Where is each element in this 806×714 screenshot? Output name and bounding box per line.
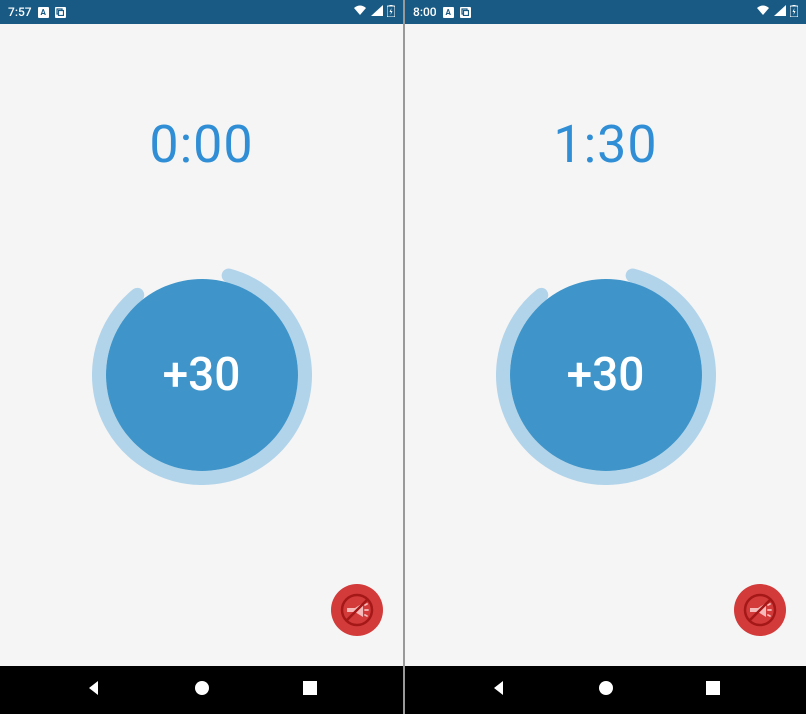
status-right [756, 5, 798, 20]
phone-screen: 7:57 A 0:00 +30 [0, 0, 403, 714]
mute-button[interactable] [331, 584, 383, 636]
android-nav-bar [405, 666, 806, 714]
status-left: 7:57 A [8, 5, 66, 19]
signal-icon [774, 5, 786, 19]
nav-back-icon[interactable] [490, 679, 508, 701]
timer-display: 0:00 [149, 114, 253, 175]
android-nav-bar [0, 666, 403, 714]
timer-content: 0:00 +30 [0, 24, 403, 666]
status-right [353, 5, 395, 20]
status-indicator-b-icon [460, 7, 471, 18]
megaphone-muted-icon [337, 590, 377, 630]
wifi-icon [756, 5, 770, 19]
status-indicator-b-icon [55, 7, 66, 18]
wifi-icon [353, 5, 367, 19]
dial-label: +30 [163, 348, 241, 402]
battery-icon [387, 5, 395, 20]
signal-icon [371, 5, 383, 19]
status-bar: 7:57 A [0, 0, 403, 24]
mute-button[interactable] [734, 584, 786, 636]
add-time-dial[interactable]: +30 [496, 265, 716, 485]
status-clock: 7:57 [8, 5, 32, 19]
status-clock: 8:00 [413, 5, 437, 19]
dial-face: +30 [106, 279, 298, 471]
battery-icon [790, 5, 798, 20]
dial-label: +30 [567, 348, 645, 402]
status-indicator-a-icon: A [443, 7, 454, 18]
nav-recent-icon[interactable] [302, 680, 318, 700]
megaphone-muted-icon [740, 590, 780, 630]
nav-home-icon[interactable] [597, 679, 615, 701]
nav-home-icon[interactable] [193, 679, 211, 701]
status-indicator-a-icon: A [38, 7, 49, 18]
timer-content: 1:30 +30 [405, 24, 806, 666]
nav-back-icon[interactable] [85, 679, 103, 701]
phone-screen: 8:00 A 1:30 +30 [403, 0, 806, 714]
status-left: 8:00 A [413, 5, 471, 19]
nav-recent-icon[interactable] [705, 680, 721, 700]
dial-face: +30 [510, 279, 702, 471]
status-bar: 8:00 A [405, 0, 806, 24]
add-time-dial[interactable]: +30 [92, 265, 312, 485]
timer-display: 1:30 [553, 114, 657, 175]
